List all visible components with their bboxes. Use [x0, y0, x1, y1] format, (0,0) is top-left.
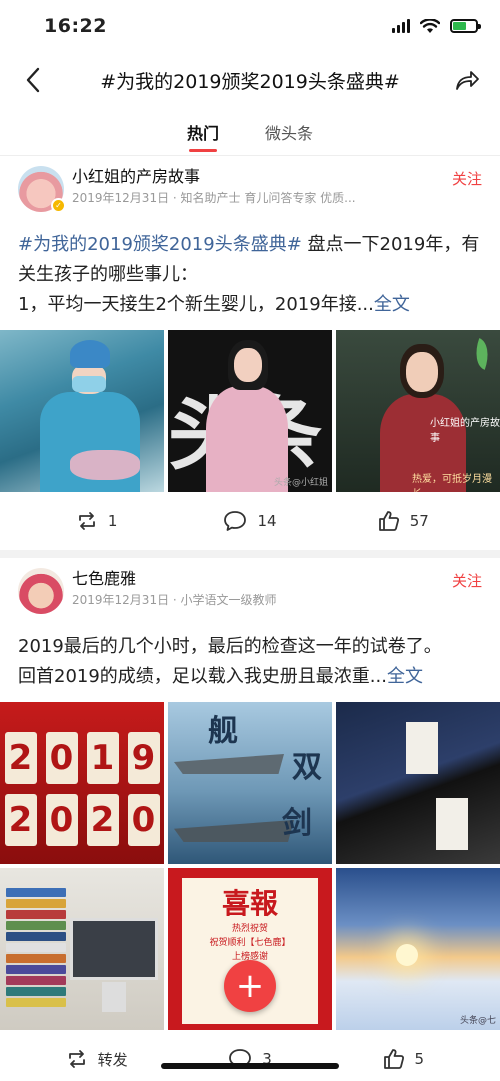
post-image-portrait[interactable]: 小红姐的产房故事 热爱，可抵岁月漫长 [336, 330, 500, 492]
digit: 2 [4, 794, 37, 846]
battery-icon [450, 19, 481, 33]
author-name[interactable]: 小红姐的产房故事 [72, 166, 452, 188]
post-image-speaker[interactable]: 头条 头条@小红姐 [168, 330, 332, 492]
repost-icon [78, 512, 95, 530]
image-watermark: 头条@小红姐 [273, 478, 328, 488]
read-more-link[interactable]: 全文 [374, 294, 410, 315]
post-image-countdown[interactable]: 2 0 1 9 2 0 2 0 [0, 702, 164, 864]
post-image-snow[interactable]: 头条@七 [336, 868, 500, 1030]
comment-icon [224, 511, 247, 531]
thumbs-up-icon [378, 511, 399, 531]
tab-bar: 热门 微头条 [0, 108, 500, 156]
post-text-line: 回首2019的成绩，足以载入我史册且最浓重... [18, 666, 387, 687]
feed-post: 七色鹿雅 2019年12月31日 · 小学语文一级教师 关注 2019最后的几个… [0, 558, 500, 1081]
post-text-body: 2019最后的几个小时，最后的检查这一年的试卷了。 [18, 636, 442, 657]
author-info: 小红姐的产房故事 2019年12月31日 · 知名助产士 育儿问答专家 优质..… [72, 166, 452, 208]
read-more-link[interactable]: 全文 [387, 666, 423, 687]
image-caption: 热爱，可抵岁月漫长 [412, 474, 492, 492]
post-text[interactable]: 2019最后的几个小时，最后的检查这一年的试卷了。 回首2019的成绩，足以载入… [0, 624, 500, 692]
nav-header: #为我的2019颁奖2019头条盛典# [0, 52, 500, 108]
comment-button[interactable]: 14 [205, 510, 295, 532]
repost-icon [68, 1050, 85, 1068]
repost-button[interactable]: 1 [52, 511, 142, 531]
post-image-surgery[interactable] [0, 330, 164, 492]
post-actions: 转发 3 5 [0, 1030, 500, 1081]
wifi-icon [420, 18, 440, 33]
digit: 2 [86, 794, 119, 846]
verified-badge-icon: ✓ [51, 198, 66, 213]
author-meta: 2019年12月31日 · 知名助产士 育儿问答专家 优质... [72, 191, 356, 205]
repost-button[interactable]: 转发 [52, 1049, 142, 1070]
digit: 1 [86, 732, 119, 784]
author-info: 七色鹿雅 2019年12月31日 · 小学语文一级教师 [72, 568, 452, 610]
digit: 0 [45, 794, 78, 846]
author-row: ✓ 小红姐的产房故事 2019年12月31日 · 知名助产士 育儿问答专家 优质… [0, 166, 500, 222]
chevron-left-icon [26, 67, 40, 93]
feed-post: ✓ 小红姐的产房故事 2019年12月31日 · 知名助产士 育儿问答专家 优质… [0, 156, 500, 550]
signal-icon [392, 19, 410, 33]
like-count: 5 [414, 1050, 425, 1068]
digit: 2 [4, 732, 37, 784]
post-divider [0, 550, 500, 558]
follow-button[interactable]: 关注 [452, 570, 482, 591]
home-indicator[interactable] [161, 1063, 339, 1069]
follow-button[interactable]: 关注 [452, 168, 482, 189]
countdown-digits: 2 0 1 9 [0, 732, 164, 784]
comment-count: 14 [257, 512, 277, 530]
post-image-books[interactable] [0, 868, 164, 1030]
image-grid: 2 0 1 9 2 0 2 0 舰 双 剑 喜報 热烈祝贺 祝贺顺利【七色鹿】 … [0, 702, 500, 1030]
repost-count: 1 [107, 512, 118, 530]
share-button[interactable] [450, 63, 484, 97]
hashtag-link[interactable]: #为我的2019颁奖2019头条盛典# [18, 234, 302, 255]
digit: 9 [127, 732, 160, 784]
back-button[interactable] [16, 63, 50, 97]
author-meta: 2019年12月31日 · 小学语文一级教师 [72, 593, 277, 607]
status-time: 16:22 [44, 15, 107, 37]
image-text: 热烈祝贺 祝贺顺利【七色鹿】 上榜感谢 [209, 924, 291, 962]
image-text: 舰 [208, 714, 238, 749]
image-text: 剑 [282, 806, 312, 841]
post-text[interactable]: #为我的2019颁奖2019头条盛典# 盘点一下2019年，有关生孩子的哪些事儿… [0, 222, 500, 320]
plus-icon[interactable]: + [224, 960, 276, 1012]
image-caption: 小红姐的产房故事 [430, 418, 500, 444]
post-actions: 1 14 57 [0, 492, 500, 550]
avatar[interactable] [18, 568, 64, 614]
author-name[interactable]: 七色鹿雅 [72, 568, 452, 590]
thumbs-up-icon [383, 1049, 404, 1069]
page-title: #为我的2019颁奖2019头条盛典# [100, 70, 400, 93]
avatar[interactable]: ✓ [18, 166, 66, 213]
share-arrow-icon [456, 71, 479, 90]
image-text: 双 [292, 750, 322, 785]
countdown-digits: 2 0 2 0 [0, 794, 164, 846]
post-image-poster[interactable]: 喜報 热烈祝贺 祝贺顺利【七色鹿】 上榜感谢 + [168, 868, 332, 1030]
image-watermark: 头条@七 [459, 1016, 496, 1026]
tab-hot[interactable]: 热门 [187, 108, 219, 156]
digit: 0 [127, 794, 160, 846]
post-image-packages[interactable] [336, 702, 500, 864]
image-grid: 头条 头条@小红姐 小红姐的产房故事 热爱，可抵岁月漫长 [0, 330, 500, 492]
tab-micro-headline[interactable]: 微头条 [265, 108, 313, 156]
digit: 0 [45, 732, 78, 784]
author-row: 七色鹿雅 2019年12月31日 · 小学语文一级教师 关注 [0, 568, 500, 624]
status-icons [392, 18, 481, 34]
post-image-carrier[interactable]: 舰 双 剑 [168, 702, 332, 864]
status-bar: 16:22 [0, 0, 500, 52]
repost-label: 转发 [97, 1050, 128, 1069]
post-text-line: 1，平均一天接生2个新生婴儿，2019年接... [18, 294, 374, 315]
like-button[interactable]: 57 [358, 510, 448, 532]
like-count: 57 [409, 512, 429, 530]
like-button[interactable]: 5 [358, 1048, 448, 1070]
image-text: 喜報 [221, 887, 278, 920]
